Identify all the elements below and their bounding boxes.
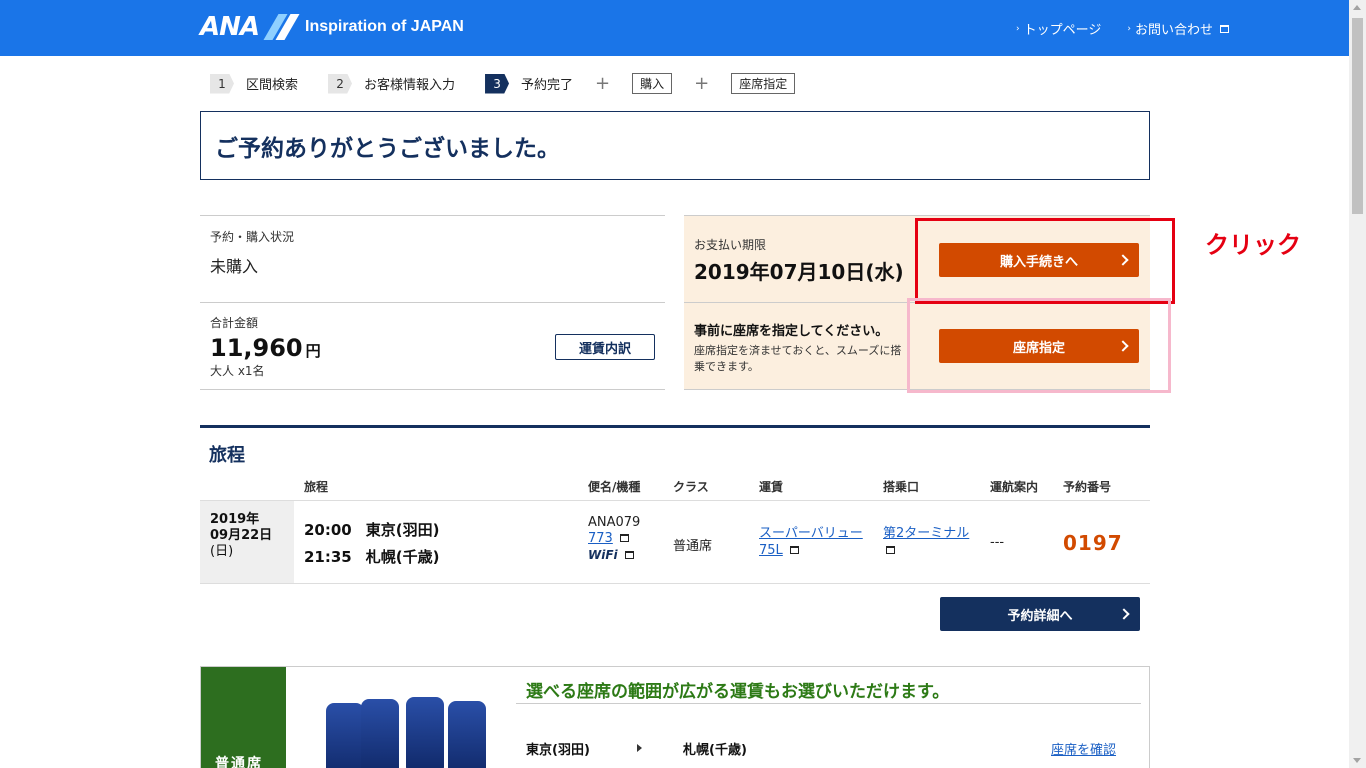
arrival-line: 21:35 札幌(千歳) xyxy=(304,546,439,567)
itinerary-section: 旅程 旅程 便名/機種 クラス 運賃 搭乗口 運航案内 予約番号 2019年 0… xyxy=(200,425,1150,585)
flight-date: 2019年 09月22日 (日) xyxy=(200,501,294,583)
seat-icon xyxy=(361,699,399,768)
step-complete: 3 予約完了 xyxy=(485,73,574,94)
col-fare: 運賃 xyxy=(759,480,784,494)
seat-upgrade-promo: 普通席 選べる座席の範囲が広がる運賃もお選びいただけます。 東京(羽田) 札幌(… xyxy=(200,666,1150,768)
contact-link[interactable]: › お問い合わせ xyxy=(1127,19,1229,38)
booking-steps: 1 区間検索 2 お客様情報入力 3 予約完了 + 購入 + 座席指定 xyxy=(210,73,796,94)
logo-tagline: Inspiration of JAPAN xyxy=(305,18,464,35)
seat-illustration xyxy=(306,695,491,768)
confirmation-banner: ご予約ありがとうございました。 xyxy=(200,111,1150,180)
site-header: ANA Inspiration of JAPAN › トップページ › お問い合… xyxy=(0,0,1349,56)
purchase-status-value: 未購入 xyxy=(210,257,259,276)
arrow-right-icon: › xyxy=(1127,23,1131,34)
aircraft-link[interactable]: 773 xyxy=(588,531,613,546)
step-label: 予約完了 xyxy=(521,78,574,93)
step-seat-selection: 座席指定 xyxy=(731,73,796,94)
total-amount-value: 11,960 xyxy=(210,334,303,362)
passenger-count: 大人 x1名 xyxy=(210,364,265,378)
plus-icon: + xyxy=(694,73,710,94)
promo-side-panel: 普通席 xyxy=(201,667,286,768)
new-window-icon xyxy=(1220,24,1229,33)
gate-cell: 第2ターミナル xyxy=(883,525,969,559)
secondary-highlight-box xyxy=(907,298,1171,393)
arrival-time: 21:35 xyxy=(304,548,352,566)
date-year: 2019年 xyxy=(210,512,260,527)
seat-icon xyxy=(326,703,364,768)
step-label: 区間検索 xyxy=(246,78,299,93)
fare-link[interactable]: スーパーバリュー75L xyxy=(759,526,863,558)
promo-destination: 札幌(千歳) xyxy=(683,743,747,758)
col-gate: 搭乗口 xyxy=(883,480,920,494)
table-row: 2019年 09月22日 (日) 20:00 東京(羽田) 21:35 札幌(千歳)… xyxy=(200,500,1150,584)
new-window-icon xyxy=(624,551,634,559)
step-purchase: 購入 xyxy=(632,73,673,94)
departure-time: 20:00 xyxy=(304,521,352,539)
click-annotation: クリック xyxy=(1205,231,1301,259)
col-reservation-no: 予約番号 xyxy=(1063,480,1112,494)
booking-summary: 予約・購入状況 未購入 合計金額 11,960 円 大人 x1名 運賃内訳 xyxy=(200,215,665,390)
scroll-up-icon[interactable] xyxy=(1353,5,1361,10)
fare-breakdown-button[interactable]: 運賃内訳 xyxy=(555,334,655,360)
currency-unit: 円 xyxy=(305,342,321,360)
new-window-icon xyxy=(789,546,799,554)
total-amount-label: 合計金額 xyxy=(210,316,259,330)
promo-origin: 東京(羽田) xyxy=(526,743,590,758)
page-scrollbar[interactable] xyxy=(1349,0,1366,768)
seat-icon xyxy=(406,697,444,768)
promo-title: 選べる座席の範囲が広がる運賃もお選びいただけます。 xyxy=(526,682,950,702)
col-ops: 運航案内 xyxy=(990,480,1039,494)
top-page-label: トップページ xyxy=(1023,23,1102,38)
col-flight: 便名/機種 xyxy=(588,480,641,494)
wifi-link[interactable]: WiFi xyxy=(588,548,618,562)
step-label: お客様情報入力 xyxy=(364,78,456,93)
total-amount-row: 合計金額 11,960 円 大人 x1名 運賃内訳 xyxy=(200,302,665,390)
step-number: 3 xyxy=(485,73,510,94)
logo-stripes-icon xyxy=(261,14,300,40)
flight-number: ANA079 xyxy=(588,515,641,530)
col-itinerary: 旅程 xyxy=(304,480,329,494)
route-arrow-icon xyxy=(637,744,642,752)
step-search: 1 区間検索 xyxy=(210,73,299,94)
chevron-right-icon xyxy=(1118,608,1130,620)
click-highlight-box xyxy=(915,218,1175,304)
date-weekday: (日) xyxy=(210,544,234,559)
new-window-icon xyxy=(886,546,895,554)
logo-text: ANA xyxy=(200,12,260,42)
header-links: › トップページ › お問い合わせ xyxy=(1016,19,1229,38)
cabin-class: 普通席 xyxy=(673,539,713,554)
step-number: 2 xyxy=(328,73,353,94)
ana-logo[interactable]: ANA Inspiration of JAPAN xyxy=(200,12,464,42)
date-month-day: 09月22日 xyxy=(210,528,273,543)
arrival-city: 札幌(千歳) xyxy=(365,548,440,566)
departure-city: 東京(羽田) xyxy=(365,521,440,539)
purchase-status-row: 予約・購入状況 未購入 xyxy=(200,215,665,303)
promo-divider xyxy=(516,703,1141,704)
seat-icon xyxy=(448,701,486,768)
arrow-right-icon: › xyxy=(1016,23,1020,34)
reservation-detail-label: 予約詳細へ xyxy=(1007,608,1073,624)
scroll-thumb[interactable] xyxy=(1352,18,1363,214)
promo-cabin-label: 普通席 xyxy=(215,756,263,768)
gate-link[interactable]: 第2ターミナル xyxy=(883,526,969,541)
departure-line: 20:00 東京(羽田) xyxy=(304,519,439,540)
purchase-status-label: 予約・購入状況 xyxy=(210,230,295,244)
col-class: クラス xyxy=(673,480,709,494)
new-window-icon xyxy=(619,534,629,542)
itinerary-title: 旅程 xyxy=(209,445,245,466)
step-passenger-info: 2 お客様情報入力 xyxy=(328,73,456,94)
step-number: 1 xyxy=(210,73,234,94)
plus-icon: + xyxy=(595,73,611,94)
confirmation-title: ご予約ありがとうございました。 xyxy=(215,135,560,162)
view-seats-link[interactable]: 座席を確認 xyxy=(1051,739,1116,758)
flight-status: --- xyxy=(990,535,1005,550)
fare-cell: スーパーバリュー75L xyxy=(759,525,877,559)
reservation-number: 0197 xyxy=(1063,531,1123,555)
reservation-detail-button[interactable]: 予約詳細へ xyxy=(940,597,1140,631)
scroll-down-icon[interactable] xyxy=(1353,758,1361,763)
contact-label: お問い合わせ xyxy=(1134,23,1213,38)
flight-info: ANA079 773 WiFi xyxy=(588,515,640,564)
seat-selection-description: 座席指定を済ませておくと、スムーズに搭乗できます。 xyxy=(694,344,902,373)
top-page-link[interactable]: › トップページ xyxy=(1016,19,1101,38)
